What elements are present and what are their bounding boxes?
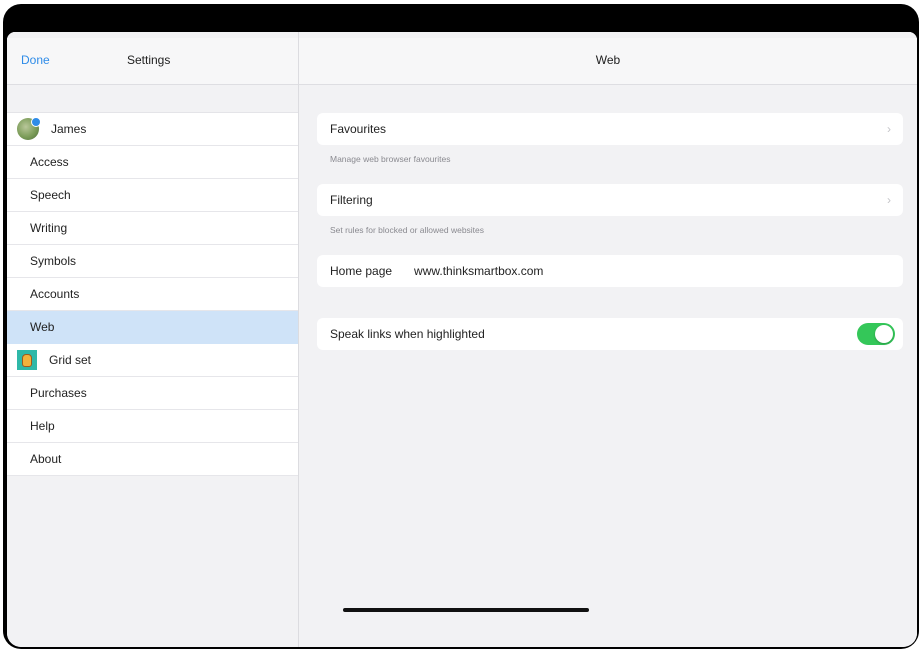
sidebar-item-accounts[interactable]: Accounts	[7, 278, 298, 311]
sidebar-item-label: Speech	[30, 188, 71, 202]
home-page-label: Home page	[330, 264, 393, 278]
speak-links-label: Speak links when highlighted	[330, 327, 485, 341]
detail-header: Web	[299, 38, 917, 85]
settings-list: James Access Speech Writing Symbols Acco…	[7, 112, 298, 476]
settings-sidebar: Done Settings James Access Speech Writin…	[7, 32, 299, 647]
user-avatar-icon	[17, 117, 41, 140]
sidebar-item-label: Purchases	[30, 386, 87, 400]
home-indicator	[343, 608, 589, 612]
sidebar-item-label: Grid set	[49, 353, 92, 367]
chevron-right-icon: ›	[887, 122, 891, 136]
chevron-right-icon: ›	[887, 193, 891, 207]
sidebar-item-label: Access	[30, 155, 69, 169]
sidebar-item-james[interactable]: James	[7, 113, 298, 146]
sidebar-item-label: James	[51, 122, 87, 136]
sidebar-header: Done Settings	[7, 38, 298, 85]
sidebar-item-about[interactable]: About	[7, 443, 298, 476]
favourites-label: Favourites	[330, 122, 387, 136]
sidebar-item-label: About	[30, 452, 62, 466]
page-title: Web	[595, 53, 621, 67]
speak-links-row: Speak links when highlighted	[317, 318, 903, 350]
filtering-row[interactable]: Filtering ›	[317, 184, 903, 216]
filtering-caption: Set rules for blocked or allowed website…	[330, 225, 485, 235]
sidebar-item-label: Accounts	[30, 287, 80, 301]
toggle-knob	[875, 325, 893, 343]
sidebar-item-symbols[interactable]: Symbols	[7, 245, 298, 278]
speak-links-toggle[interactable]	[857, 323, 895, 345]
sidebar-item-help[interactable]: Help	[7, 410, 298, 443]
grid-set-icon	[17, 350, 37, 370]
web-settings-pane: Web Favourites › Manage web browser favo…	[299, 32, 917, 647]
sidebar-item-access[interactable]: Access	[7, 146, 298, 179]
done-button[interactable]: Done	[21, 53, 50, 67]
sidebar-item-speech[interactable]: Speech	[7, 179, 298, 212]
sidebar-item-label: Writing	[30, 221, 68, 235]
home-page-row: Home page www.thinksmartbox.com	[317, 255, 903, 287]
sidebar-item-label: Web	[30, 320, 55, 334]
sidebar-title: Settings	[127, 53, 171, 67]
favourites-caption: Manage web browser favourites	[330, 154, 451, 164]
sidebar-item-label: Help	[30, 419, 55, 433]
ipad-frame: Done Settings James Access Speech Writin…	[3, 4, 919, 649]
filtering-label: Filtering	[330, 193, 373, 207]
home-page-field[interactable]: www.thinksmartbox.com	[414, 264, 543, 278]
sidebar-item-label: Symbols	[30, 254, 77, 268]
sidebar-item-purchases[interactable]: Purchases	[7, 377, 298, 410]
favourites-row[interactable]: Favourites ›	[317, 113, 903, 145]
screen: Done Settings James Access Speech Writin…	[7, 32, 917, 647]
sidebar-item-grid-set[interactable]: Grid set	[7, 344, 298, 377]
sidebar-item-web[interactable]: Web	[7, 311, 298, 344]
sidebar-item-writing[interactable]: Writing	[7, 212, 298, 245]
